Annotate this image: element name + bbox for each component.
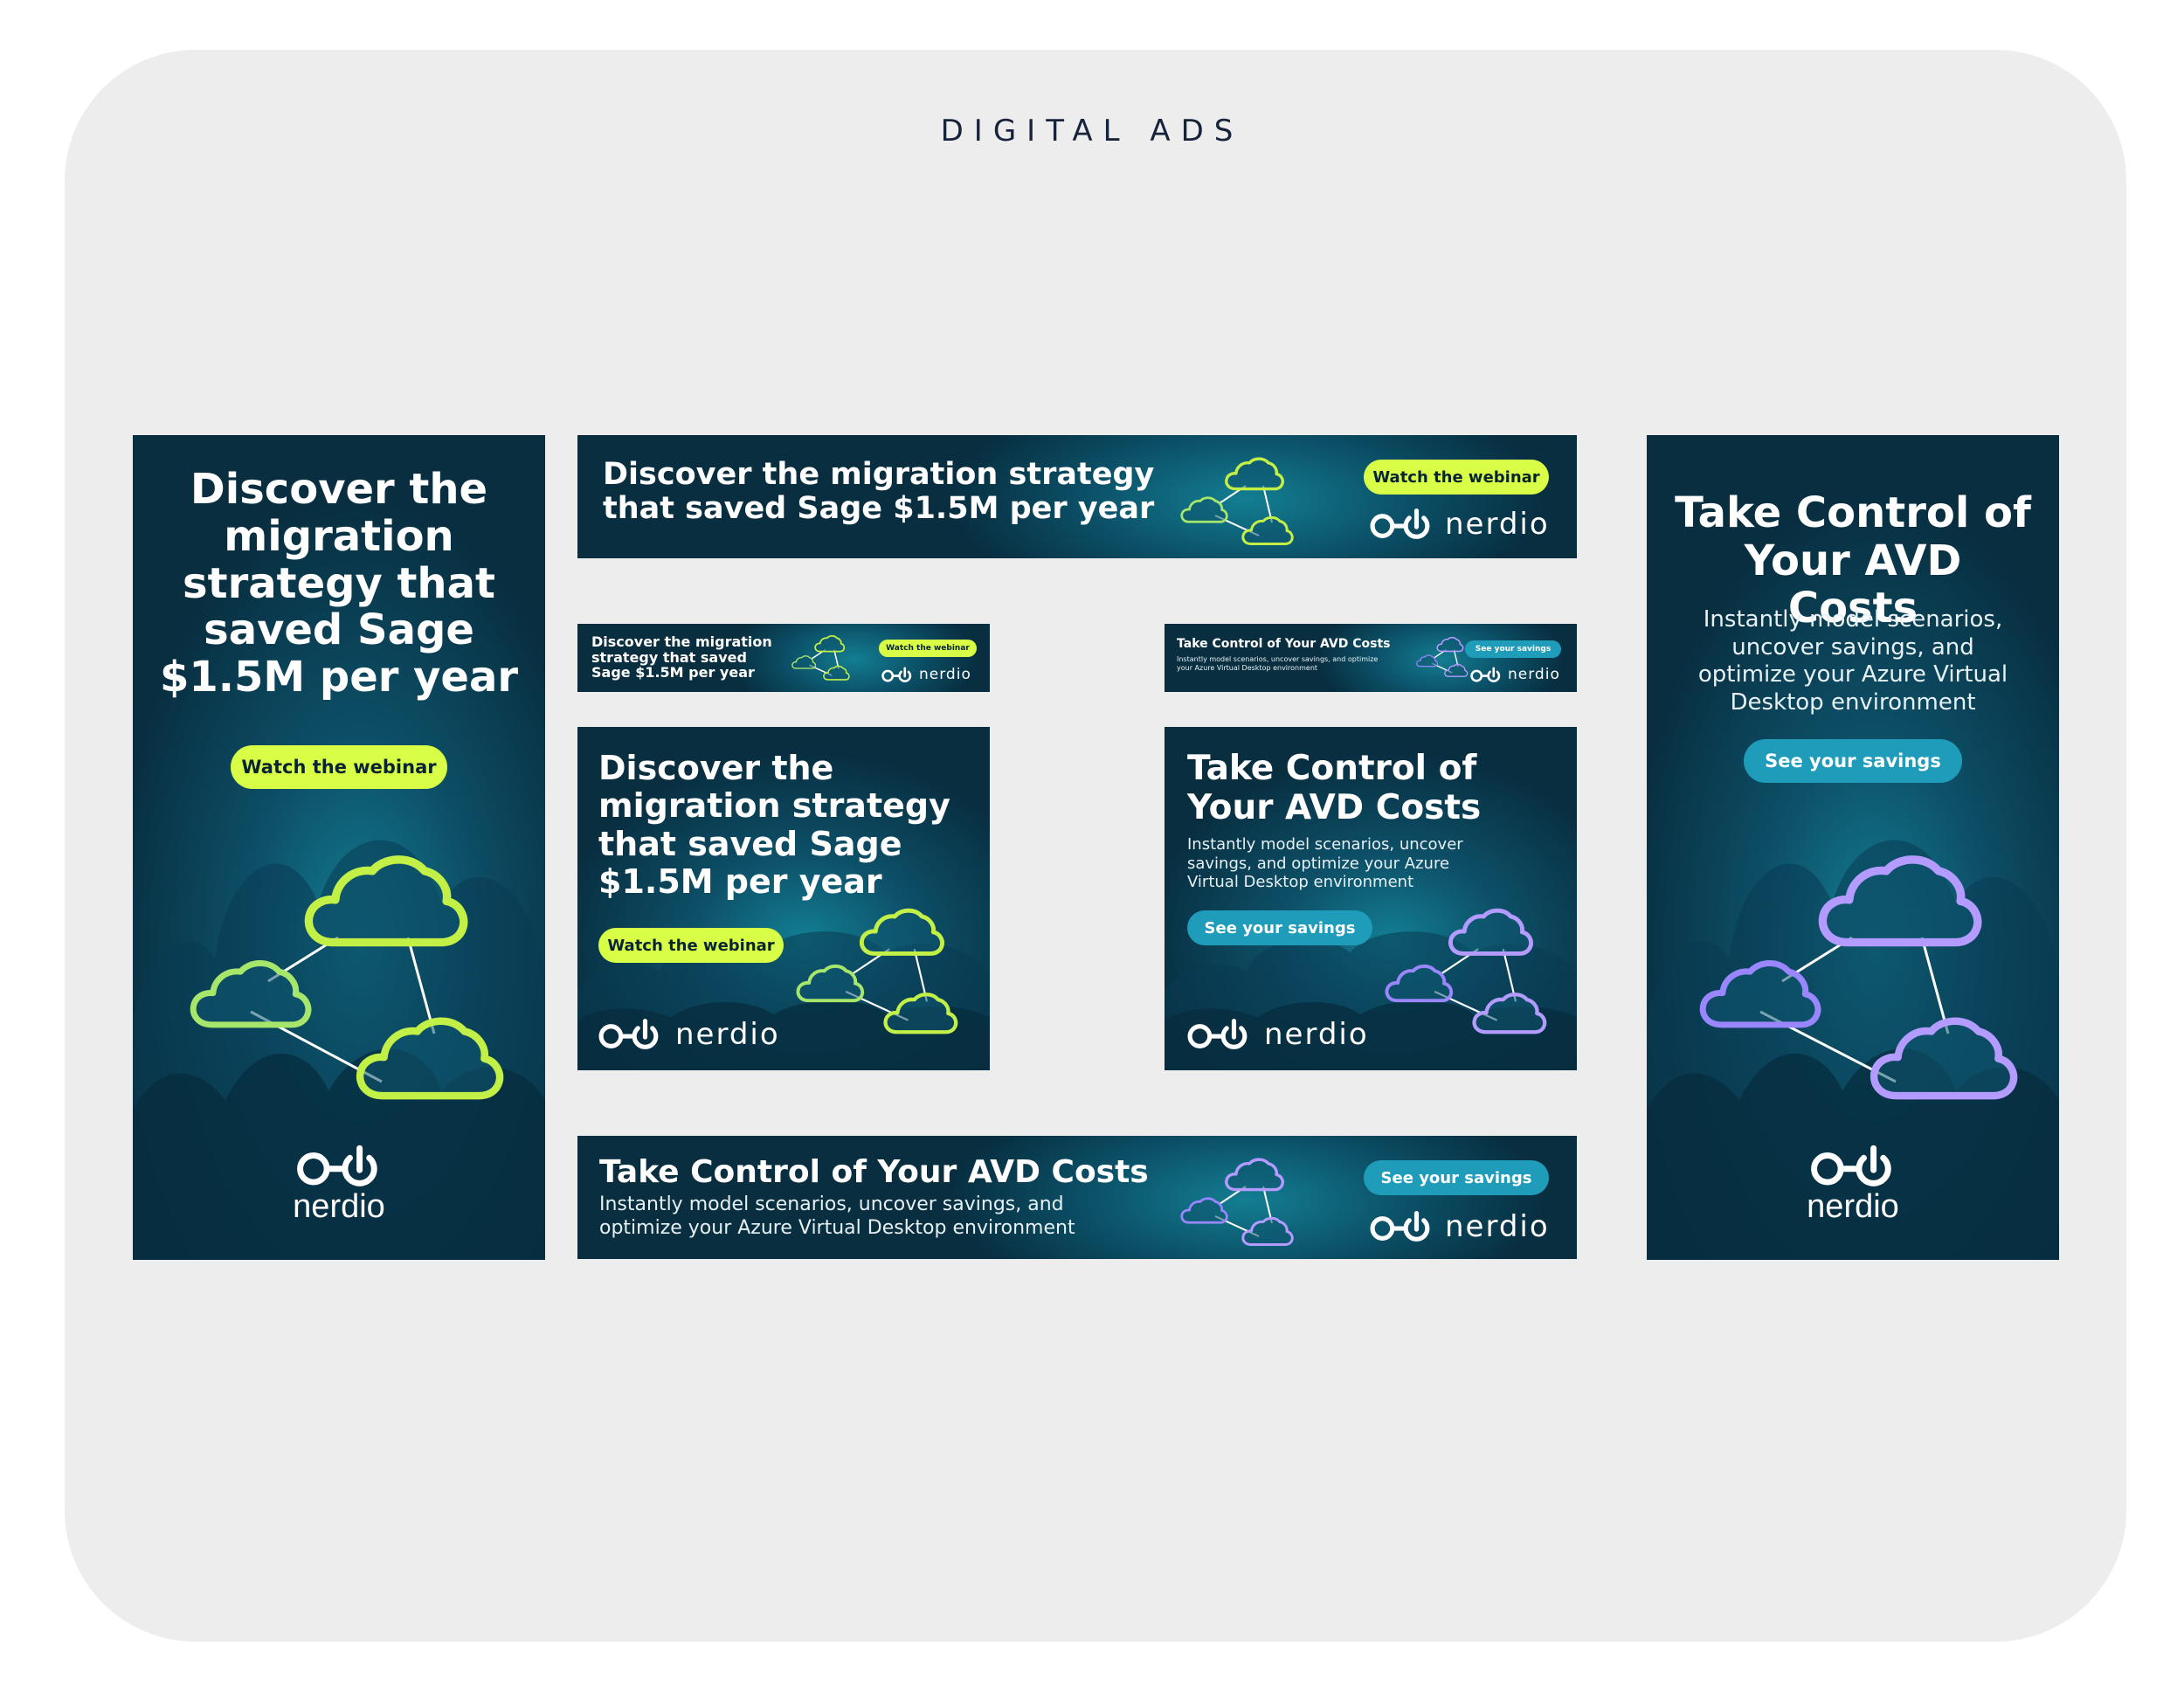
- page-title: DIGITAL ADS: [940, 114, 1244, 149]
- connected-clouds-illustration: [181, 837, 513, 1125]
- nerdio-logo-icon: [881, 667, 913, 683]
- ad-headline: Discover the migration strategy that sav…: [159, 465, 519, 702]
- ad-body-text: Instantly model scenarios, uncover savin…: [599, 1193, 1075, 1239]
- connected-clouds-illustration: [1180, 1158, 1294, 1247]
- nerdio-logo: nerdio: [1766, 1145, 1940, 1226]
- brand-name: nerdio: [293, 1188, 385, 1225]
- watch-webinar-button[interactable]: Watch the webinar: [598, 928, 784, 963]
- brand-name: nerdio: [1807, 1188, 1899, 1225]
- ad-skyscraper-webinar[interactable]: Discover the migration strategy that sav…: [133, 435, 545, 1260]
- nerdio-logo-icon: [1470, 667, 1502, 683]
- see-savings-button[interactable]: See your savings: [1364, 1160, 1549, 1195]
- ad-mobile-banner-savings[interactable]: Take Control of Your AVD Costs Instantly…: [1165, 624, 1577, 692]
- nerdio-logo-icon: [1370, 508, 1433, 541]
- nerdio-logo: nerdio: [1370, 1207, 1550, 1246]
- brand-name: nerdio: [919, 666, 971, 683]
- ad-mobile-banner-webinar[interactable]: Discover the migration strategy that sav…: [577, 624, 990, 692]
- see-savings-button[interactable]: See your savings: [1744, 739, 1962, 783]
- nerdio-logo-icon: [1370, 1210, 1433, 1243]
- ad-skyscraper-savings[interactable]: Take Control of Your AVD Costs Instantly…: [1647, 435, 2059, 1260]
- nerdio-logo: nerdio: [1187, 1015, 1369, 1054]
- ad-leaderboard-savings[interactable]: Take Control of Your AVD Costs Instantly…: [577, 1136, 1577, 1259]
- ad-body-text: Instantly model scenarios, uncover savin…: [1697, 606, 2008, 716]
- nerdio-logo-icon: [1805, 1145, 1901, 1188]
- connected-clouds-illustration: [1385, 902, 1559, 1041]
- nerdio-logo: nerdio: [598, 1015, 780, 1054]
- ad-medium-rectangle-webinar[interactable]: Discover the migration strategy that sav…: [577, 727, 990, 1070]
- brand-name: nerdio: [1445, 507, 1550, 542]
- ad-headline: Discover the migration strategy that sav…: [591, 633, 772, 681]
- ad-leaderboard-webinar[interactable]: Discover the migration strategy that sav…: [577, 435, 1577, 558]
- watch-webinar-button[interactable]: Watch the webinar: [879, 640, 977, 657]
- ad-medium-rectangle-savings[interactable]: Take Control of Your AVD Costs Instantly…: [1165, 727, 1577, 1070]
- connected-clouds-illustration: [796, 902, 971, 1041]
- ad-headline: Discover the migration strategy that sav…: [603, 457, 1155, 527]
- nerdio-logo: nerdio: [252, 1145, 426, 1226]
- ad-headline: Discover the migration strategy that sav…: [598, 749, 950, 901]
- nerdio-logo-icon: [1187, 1018, 1250, 1051]
- connected-clouds-illustration: [1416, 636, 1469, 677]
- nerdio-logo-icon: [598, 1018, 661, 1051]
- brand-name: nerdio: [675, 1017, 780, 1052]
- nerdio-logo-icon: [291, 1145, 387, 1188]
- brand-name: nerdio: [1264, 1017, 1369, 1052]
- ad-headline: Take Control of Your AVD Costs: [599, 1154, 1149, 1190]
- nerdio-logo: nerdio: [1370, 505, 1550, 543]
- ad-body-text: Instantly model scenarios, uncover savin…: [1177, 655, 1379, 672]
- connected-clouds-illustration: [1690, 837, 2022, 1125]
- ad-headline: Take Control of Your AVD Costs: [1187, 749, 1482, 827]
- ad-headline: Take Control of Your AVD Costs: [1177, 637, 1391, 651]
- connected-clouds-illustration: [791, 634, 850, 681]
- brand-name: nerdio: [1508, 666, 1560, 683]
- nerdio-logo: nerdio: [881, 664, 971, 685]
- nerdio-logo: nerdio: [1470, 664, 1560, 685]
- connected-clouds-illustration: [1180, 457, 1294, 546]
- watch-webinar-button[interactable]: Watch the webinar: [231, 745, 447, 789]
- brand-name: nerdio: [1445, 1209, 1550, 1244]
- see-savings-button[interactable]: See your savings: [1465, 640, 1561, 658]
- ad-body-text: Instantly model scenarios, uncover savin…: [1187, 835, 1463, 892]
- see-savings-button[interactable]: See your savings: [1187, 910, 1372, 945]
- watch-webinar-button[interactable]: Watch the webinar: [1364, 460, 1549, 495]
